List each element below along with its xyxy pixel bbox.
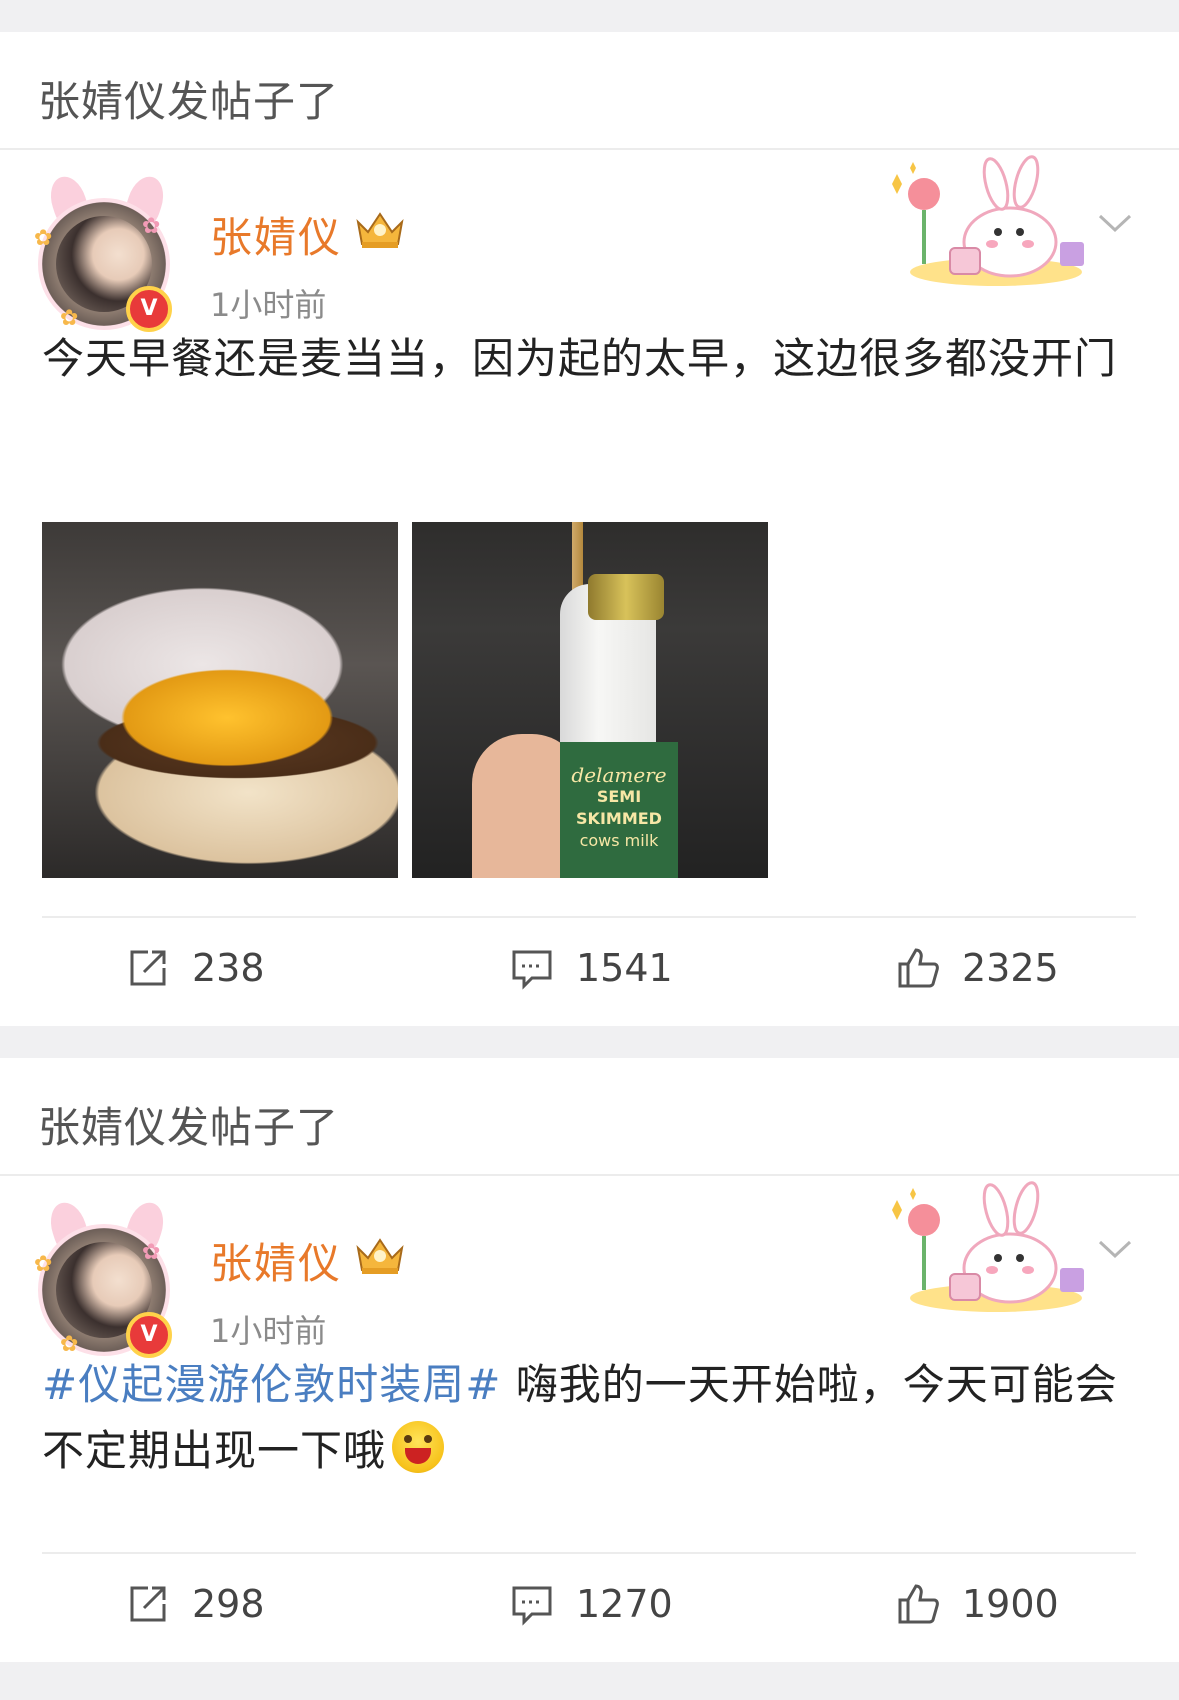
repost-button[interactable]: 238 <box>126 938 265 998</box>
section-title: 张婧仪发帖子了 <box>38 1103 340 1152</box>
chevron-down-icon[interactable] <box>1096 1238 1134 1260</box>
divider <box>42 1552 1136 1554</box>
comment-icon <box>512 1586 552 1626</box>
flower-icon: ✿ <box>34 1252 53 1277</box>
post-time: 1小时前 <box>210 1312 327 1350</box>
repost-button[interactable]: 298 <box>126 1574 265 1634</box>
repost-icon <box>130 950 166 986</box>
burger-photo[interactable] <box>42 522 398 878</box>
post-text: #仪起漫游伦敦时装周# 嗨我的一天开始啦，今天可能会不定期出现一下哦 <box>42 1352 1142 1484</box>
bottle-label: delamere SEMI SKIMMED cows milk <box>560 742 678 878</box>
post-time: 1小时前 <box>210 286 327 324</box>
like-button[interactable]: 2325 <box>896 938 1059 998</box>
flower-icon: ✿ <box>34 226 53 251</box>
flower-icon: ✿ <box>142 1240 161 1265</box>
repost-count: 298 <box>192 1582 265 1626</box>
like-icon <box>898 1584 939 1624</box>
divider <box>42 916 1136 918</box>
like-icon <box>898 948 939 988</box>
comment-button[interactable]: 1270 <box>510 1574 673 1634</box>
comment-button[interactable]: 1541 <box>510 938 673 998</box>
author-name[interactable]: 张婧仪 <box>210 1230 342 1291</box>
comment-count: 1541 <box>576 946 673 990</box>
divider <box>0 1174 1179 1176</box>
like-count: 1900 <box>962 1582 1059 1626</box>
comment-icon <box>512 950 552 990</box>
chevron-down-icon[interactable] <box>1096 212 1134 234</box>
section-title: 张婧仪发帖子了 <box>38 77 340 126</box>
avatar[interactable]: ✿ ✿ ✿ V <box>34 1192 175 1358</box>
divider <box>0 148 1179 150</box>
flower-icon: ✿ <box>142 214 161 239</box>
post-card: 张婧仪发帖子了 ✿ ✿ ✿ V 张婧仪 1小时前 今天早餐还是麦当当，因为起的太… <box>0 32 1179 1026</box>
like-count: 2325 <box>962 946 1059 990</box>
author-name[interactable]: 张婧仪 <box>210 204 342 265</box>
milk-bottle-photo[interactable]: delamere SEMI SKIMMED cows milk <box>412 522 768 878</box>
repost-count: 238 <box>192 946 265 990</box>
like-button[interactable]: 1900 <box>896 1574 1059 1634</box>
comment-count: 1270 <box>576 1582 673 1626</box>
bunny-sticker-decoration <box>892 1181 1084 1312</box>
avatar[interactable]: ✿ ✿ ✿ V <box>34 166 175 332</box>
bunny-sticker-decoration <box>892 155 1084 286</box>
post-text: 今天早餐还是麦当当，因为起的太早，这边很多都没开门 <box>42 334 1118 383</box>
laughing-face-icon <box>392 1421 445 1473</box>
crown-icon <box>356 1238 404 1274</box>
post-card: 张婧仪发帖子了 ✿ ✿ ✿ V 张婧仪 1小时前 #仪起漫游伦敦时装周# 嗨我的… <box>0 1058 1179 1662</box>
repost-icon <box>130 1586 166 1622</box>
crown-icon <box>356 212 404 248</box>
hashtag-link[interactable]: #仪起漫游伦敦时装周# <box>42 1360 501 1409</box>
